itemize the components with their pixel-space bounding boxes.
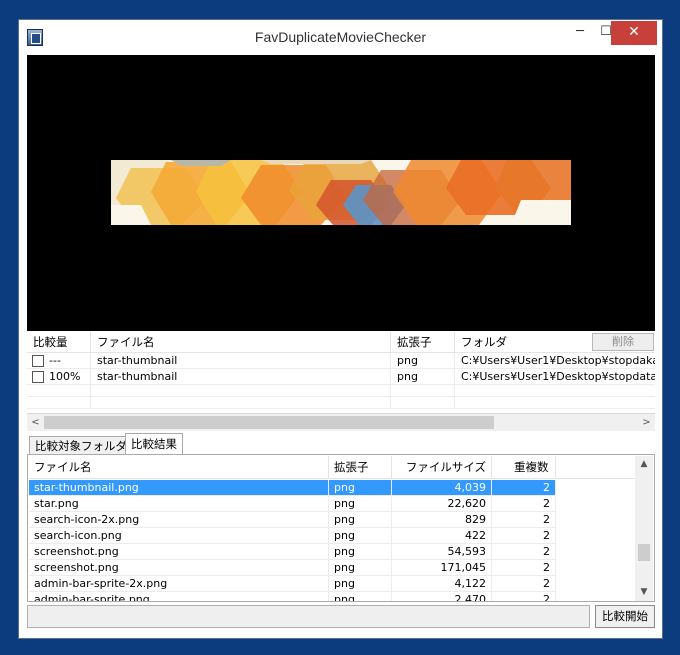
- filename-cell: screenshot.png: [29, 560, 329, 576]
- app-window: FavDuplicateMovieChecker ─ ☐ ✕ 比較量 ファイル名…: [18, 19, 663, 639]
- table-row[interactable]: search-icon-2x.png png 829 2: [29, 512, 635, 528]
- folder-cell: C:¥Users¥User1¥Desktop¥stopdaka¥w: [461, 354, 655, 367]
- table-row[interactable]: screenshot.png png 54,593 2: [29, 544, 635, 560]
- column-header-filename[interactable]: ファイル名: [91, 332, 391, 353]
- scrollbar-thumb[interactable]: [638, 544, 650, 561]
- column-header-extension[interactable]: 拡張子: [391, 332, 455, 353]
- tab-compare-folders[interactable]: 比較対象フォルダ: [29, 436, 133, 455]
- row-checkbox[interactable]: [32, 355, 44, 367]
- duplicates-cell: 2: [492, 480, 556, 496]
- close-button[interactable]: ✕: [611, 21, 657, 45]
- extension-cell: png: [329, 528, 392, 544]
- extension-cell: png: [329, 544, 392, 560]
- close-icon: ✕: [628, 24, 640, 40]
- scroll-up-icon[interactable]: ▲: [635, 456, 653, 473]
- vertical-scrollbar[interactable]: ▲ ▼: [635, 456, 653, 601]
- candidate-list: 比較量 ファイル名 拡張子 フォルダ 削除 --- star-thumbnail…: [27, 332, 655, 414]
- extension-cell: png: [329, 560, 392, 576]
- extension-cell: png: [391, 353, 455, 369]
- duplicates-cell: 2: [492, 576, 556, 592]
- status-box: [27, 605, 590, 628]
- filesize-cell: 4,039: [392, 480, 492, 496]
- filesize-cell: 422: [392, 528, 492, 544]
- table-row[interactable]: star.png png 22,620 2: [29, 496, 635, 512]
- filesize-cell: 829: [392, 512, 492, 528]
- amount-cell: 100%: [27, 369, 91, 385]
- tab-compare-results[interactable]: 比較結果: [125, 433, 183, 455]
- amount-cell: ---: [27, 353, 91, 369]
- filesize-cell: 22,620: [392, 496, 492, 512]
- empty-cell: [27, 397, 91, 409]
- list-item[interactable]: 100% star-thumbnail png C:¥Users¥User1¥D…: [27, 369, 655, 385]
- horizontal-scrollbar[interactable]: < >: [27, 414, 655, 431]
- filesize-cell: 4,122: [392, 576, 492, 592]
- filesize-cell: 2,470: [392, 592, 492, 601]
- filename-cell: search-icon.png: [29, 528, 329, 544]
- extension-cell: png: [391, 369, 455, 385]
- column-header-filename[interactable]: ファイル名: [29, 456, 329, 479]
- scroll-down-icon[interactable]: ▼: [635, 584, 653, 601]
- duplicates-cell: 2: [492, 560, 556, 576]
- delete-button[interactable]: 削除: [592, 333, 654, 351]
- results-panel: ファイル名 拡張子 ファイルサイズ 重複数 star-thumbnail.png…: [27, 454, 655, 602]
- preview-image: [111, 160, 571, 225]
- filename-cell: star-thumbnail: [91, 369, 391, 385]
- filename-cell: admin-bar-sprite-2x.png: [29, 576, 329, 592]
- scroll-right-icon[interactable]: >: [638, 414, 655, 431]
- duplicates-cell: 2: [492, 592, 556, 601]
- filename-cell: star-thumbnail.png: [29, 480, 329, 496]
- scroll-left-icon[interactable]: <: [27, 414, 44, 431]
- filename-cell: star-thumbnail: [91, 353, 391, 369]
- preview-area: [27, 55, 655, 331]
- filename-cell: admin-bar-sprite.png: [29, 592, 329, 601]
- empty-cell: [91, 385, 391, 397]
- filename-cell: star.png: [29, 496, 329, 512]
- filesize-cell: 171,045: [392, 560, 492, 576]
- extension-cell: png: [329, 512, 392, 528]
- row-checkbox[interactable]: [32, 371, 44, 383]
- column-header-extension[interactable]: 拡張子: [329, 456, 392, 479]
- duplicates-cell: 2: [492, 528, 556, 544]
- window-title: FavDuplicateMovieChecker: [254, 29, 427, 45]
- empty-row: [27, 385, 655, 397]
- empty-cell: [391, 385, 455, 397]
- scrollbar-thumb[interactable]: [44, 416, 494, 429]
- column-header-folder[interactable]: フォルダ: [455, 332, 591, 353]
- start-compare-button[interactable]: 比較開始: [595, 605, 655, 628]
- empty-row: [27, 397, 655, 409]
- duplicates-cell: 2: [492, 544, 556, 560]
- column-header-filesize[interactable]: ファイルサイズ: [392, 456, 492, 479]
- results-header: ファイル名 拡張子 ファイルサイズ 重複数: [29, 456, 635, 479]
- table-row[interactable]: star-thumbnail.png png 4,039 2: [29, 480, 635, 496]
- folder-cell: C:¥Users¥User1¥Desktop¥stopdata¥w: [461, 370, 655, 383]
- table-row[interactable]: screenshot.png png 171,045 2: [29, 560, 635, 576]
- empty-cell: [27, 385, 91, 397]
- list-item[interactable]: --- star-thumbnail png C:¥Users¥User1¥De…: [27, 353, 655, 369]
- duplicates-cell: 2: [492, 496, 556, 512]
- table-row[interactable]: admin-bar-sprite-2x.png png 4,122 2: [29, 576, 635, 592]
- minimize-button[interactable]: ─: [567, 21, 593, 45]
- amount-value: ---: [49, 354, 61, 367]
- filename-cell: screenshot.png: [29, 544, 329, 560]
- table-row[interactable]: admin-bar-sprite.png png 2,470 2: [29, 592, 635, 601]
- empty-cell: [391, 397, 455, 409]
- tab-strip: 比較対象フォルダ 比較結果: [27, 433, 655, 455]
- filename-cell: search-icon-2x.png: [29, 512, 329, 528]
- extension-cell: png: [329, 592, 392, 601]
- table-row[interactable]: search-icon.png png 422 2: [29, 528, 635, 544]
- preview-image-graphic: [111, 160, 571, 225]
- minimize-icon: ─: [576, 24, 584, 39]
- title-bar[interactable]: FavDuplicateMovieChecker ─ ☐ ✕: [19, 20, 662, 54]
- filesize-cell: 54,593: [392, 544, 492, 560]
- empty-cell: [91, 397, 391, 409]
- duplicates-cell: 2: [492, 512, 556, 528]
- extension-cell: png: [329, 496, 392, 512]
- column-header-duplicates[interactable]: 重複数: [492, 456, 556, 479]
- column-header-amount[interactable]: 比較量: [27, 332, 91, 353]
- extension-cell: png: [329, 576, 392, 592]
- candidate-list-header: 比較量 ファイル名 拡張子 フォルダ 削除: [27, 332, 655, 353]
- amount-value: 100%: [49, 370, 81, 383]
- extension-cell: png: [329, 480, 392, 496]
